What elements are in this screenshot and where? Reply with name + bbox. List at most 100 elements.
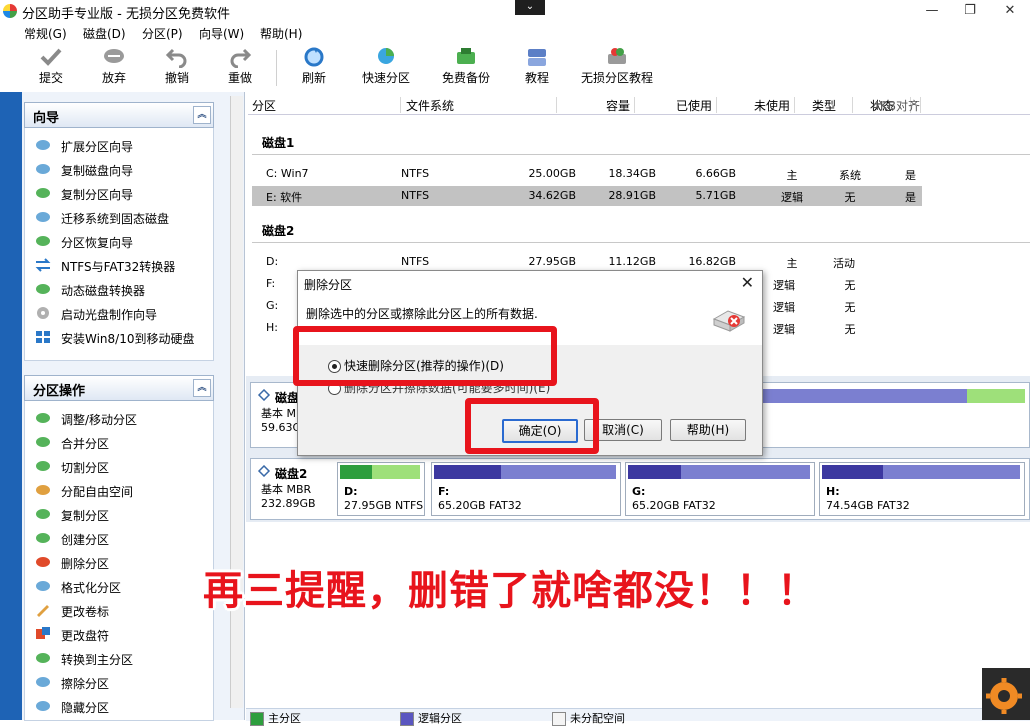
partition-letter: H: [826,485,840,498]
quick-partition-label: 快速分区 [361,71,410,85]
format-icon [36,581,50,591]
cell-4k: 是 [905,169,916,182]
copy-disk-icon [36,164,50,174]
quick-partition-icon [378,48,394,64]
dialog-message: 删除选中的分区或擦除此分区上的所有数据. [306,307,538,321]
delete-icon [36,557,50,567]
col-4k[interactable]: 4KB对齐 [868,97,921,113]
allocate-icon [36,485,50,495]
wizard-panel-body: 扩展分区向导 复制磁盘向导 复制分区向导 迁移系统到固态磁盘 分区恢复向导 NT… [24,128,214,361]
wizard-item-label: NTFS与FAT32转换器 [61,260,176,274]
cell-used: 18.34GB [608,167,656,180]
partition-box[interactable]: F: 65.20GB FAT32 [431,462,621,516]
cell-type: 主 [786,257,798,270]
disk2-card-size: 232.89GB [261,497,316,510]
cell-type: 逻辑 [773,301,795,314]
quick-partition-button[interactable]: 快速分区 [360,46,412,86]
lossless-tutorial-button[interactable]: 无损分区教程 [580,46,654,86]
close-button[interactable]: ✕ [990,1,1030,21]
warning-annotation: 再三提醒，删错了就啥都没！！！ [203,568,818,614]
cell-used: 28.91GB [608,189,656,202]
ops-panel-body: 调整/移动分区 合并分区 切割分区 分配自由空间 复制分区 创建分区 删除分区 … [24,401,214,721]
convert-icon [35,258,51,272]
table-header: 分区 文件系统 容量 已使用 未使用 类型 状态 4KB对齐 [248,96,1030,115]
legend-unallocated: 未分配空间 [570,712,625,725]
migrate-ssd-icon [36,212,50,222]
cell-filesystem: NTFS [401,255,430,268]
collapse-icon[interactable]: ︽ [193,106,211,124]
partition-bar [434,465,616,479]
cell-unused: 6.66GB [695,167,736,180]
chevron-down-icon[interactable]: ⌄ [515,0,545,15]
collapse-icon[interactable]: ︽ [193,379,211,397]
menu-help[interactable]: 帮助(H) [260,25,302,42]
partition-box[interactable]: H: 74.54GB FAT32 [819,462,1025,516]
col-partition[interactable]: 分区 [252,97,401,113]
cell-partition: G: [266,299,279,312]
undo-icon [165,48,187,68]
op-label: 复制分区 [61,509,110,523]
toolbar: 提交 放弃 撤销 重做 刷新 快速分区 免费备份 教程 无损分区教程 [0,44,1030,93]
partition-info: 65.20GB FAT32 [632,499,716,512]
wizard-panel-header[interactable]: 向导 ︽ [24,102,214,128]
menu-general[interactable]: 常规(G) [24,25,67,42]
wizard-item-label: 安装Win8/10到移动硬盘 [61,332,195,346]
check-icon [40,48,62,66]
disk2-card[interactable]: 磁盘2 基本 MBR 232.89GB D: 27.95GB NTFS F: 6… [250,458,1030,520]
help-button[interactable]: 帮助(H) [670,419,746,441]
lossless-tutorial-icon [608,48,626,64]
col-filesystem[interactable]: 文件系统 [406,97,557,113]
op-label: 格式化分区 [61,581,122,595]
table-row-selected[interactable]: E: 软件 NTFS 34.62GB 28.91GB 5.71GB 逻辑 无 是 [252,186,922,206]
free-backup-button[interactable]: 免费备份 [440,46,492,86]
disk1-divider [252,154,1030,155]
undo-button[interactable]: 撤销 [162,46,192,86]
redo-button[interactable]: 重做 [225,46,255,86]
cell-status: 无 [844,279,856,292]
cell-capacity: 27.95GB [528,255,576,268]
tutorial-button[interactable]: 教程 [523,46,551,86]
copy-partition-icon [36,188,50,198]
col-used[interactable]: 已使用 [636,97,717,113]
restore-button[interactable]: ❐ [950,1,990,21]
partition-box[interactable]: D: 27.95GB NTFS [337,462,425,516]
cell-status: 无 [844,191,856,204]
cell-filesystem: NTFS [401,167,430,180]
table-row[interactable]: D: NTFS 27.95GB 11.12GB 16.82GB 主 活动 [252,252,922,272]
menu-bar: 常规(G) 磁盘(D) 分区(P) 向导(W) 帮助(H) [0,22,1030,44]
backup-icon [457,48,475,64]
partition-used [628,465,681,479]
disk1-partition-bar[interactable] [761,389,1025,403]
col-capacity[interactable]: 容量 [550,97,635,113]
cell-status: 系统 [839,169,861,182]
cell-partition: C: Win7 [266,167,309,180]
refresh-icon [304,47,324,67]
menu-partition[interactable]: 分区(P) [142,25,183,42]
ops-panel-header[interactable]: 分区操作 ︽ [24,375,214,401]
partition-box[interactable]: G: 65.20GB FAT32 [625,462,815,516]
menu-wizard[interactable]: 向导(W) [199,25,244,42]
table-row[interactable]: C: Win7 NTFS 25.00GB 18.34GB 6.66GB 主 系统… [252,164,922,184]
undo-label: 撤销 [164,71,189,85]
minimize-button[interactable]: — [912,1,952,21]
wizard-item-label: 分区恢复向导 [61,236,134,250]
dialog-close-button[interactable]: ✕ [741,273,754,292]
col-type[interactable]: 类型 [796,97,853,113]
wizard-item-label: 启动光盘制作向导 [61,308,158,322]
window-title: 分区助手专业版 - 无损分区免费软件 [22,7,230,22]
discard-button[interactable]: 放弃 [99,46,129,86]
disk-icon [257,465,271,477]
split-icon [36,461,50,471]
partition-bar [822,465,1020,479]
menu-disk[interactable]: 磁盘(D) [83,25,126,42]
col-unused[interactable]: 未使用 [716,97,795,113]
refresh-button[interactable]: 刷新 [299,46,329,86]
cell-partition: F: [266,277,276,290]
commit-button[interactable]: 提交 [36,46,66,86]
commit-label: 提交 [38,71,63,85]
app-logo-icon [3,4,17,18]
cell-used: 11.12GB [608,255,656,268]
wizard-item-label: 迁移系统到固态磁盘 [61,212,170,226]
panel-scrollbar[interactable] [230,96,243,708]
legend-primary: 主分区 [268,712,301,725]
